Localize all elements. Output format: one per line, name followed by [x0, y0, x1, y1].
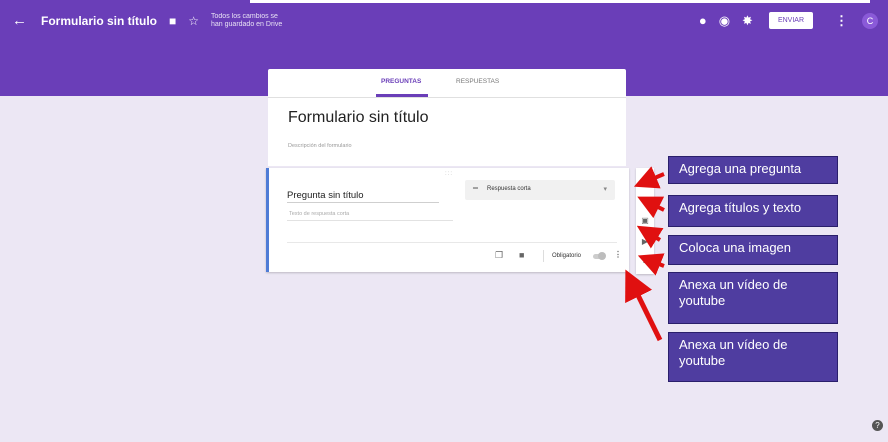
arrow-add-video [637, 253, 665, 276]
arrow-add-question [633, 166, 665, 189]
callout-add-question: Agrega una pregunta [668, 156, 838, 184]
arrow-add-title [637, 196, 665, 219]
callout-add-image: Coloca una imagen [668, 235, 838, 265]
arrow-add-image [636, 225, 664, 249]
callout-add-video-2: Anexa un vídeo de youtube [668, 332, 838, 382]
arrow-add-section [625, 269, 663, 342]
callout-add-video: Anexa un vídeo de youtube [668, 272, 838, 324]
help-icon[interactable]: ? [872, 420, 883, 431]
callout-add-title: Agrega títulos y texto [668, 195, 838, 227]
